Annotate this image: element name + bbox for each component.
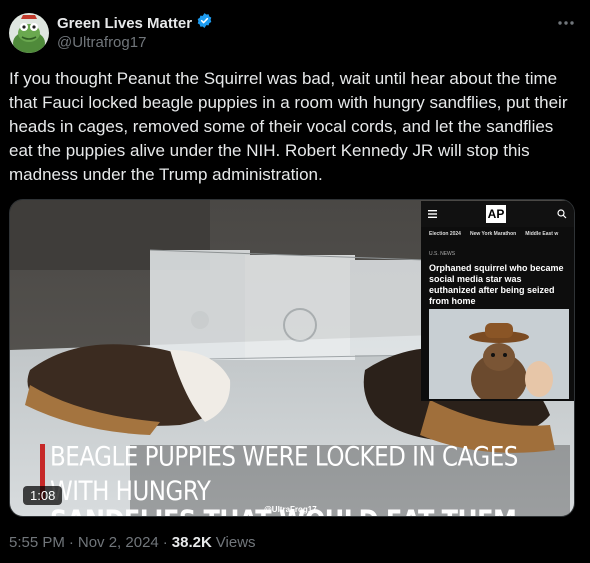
- avatar[interactable]: [9, 13, 49, 53]
- user-name-row: Green Lives Matter: [57, 13, 213, 33]
- more-horizontal-icon: [558, 21, 574, 25]
- ap-nav-item: Middle East w: [525, 231, 559, 237]
- separator-dot: ·: [68, 534, 74, 551]
- ap-nav: Election 2024 New York Marathon Middle E…: [429, 231, 558, 237]
- ap-nav-item: New York Marathon: [469, 231, 517, 237]
- tweet-time[interactable]: 5:55 PM: [9, 534, 65, 551]
- views-count: 38.2K: [171, 534, 212, 551]
- display-name[interactable]: Green Lives Matter: [57, 15, 192, 32]
- hamburger-menu-icon: [428, 210, 437, 218]
- separator-dot: ·: [162, 534, 168, 551]
- ap-logo: AP: [486, 205, 506, 223]
- caption-line-1: BEAGLE PUPPIES WERE LOCKED IN CAGES WITH…: [50, 442, 518, 507]
- verified-badge-icon: [196, 12, 213, 34]
- ap-nav-item: Election 2024: [429, 231, 461, 237]
- squirrel-photo: [429, 309, 569, 399]
- video-duration: 1:08: [23, 486, 63, 505]
- frog-avatar-image: [9, 13, 49, 53]
- tweet-date[interactable]: Nov 2, 2024: [78, 534, 159, 551]
- ap-headline: Orphaned squirrel who became social medi…: [429, 263, 564, 306]
- views-label: Views: [215, 534, 256, 551]
- user-handle[interactable]: @Ultrafrog17: [57, 34, 146, 51]
- tweet-text: If you thought Peanut the Squirrel was b…: [9, 69, 568, 184]
- tweet-meta: 5:55 PM · Nov 2, 2024 · 38.2K Views: [9, 534, 256, 551]
- more-options-button[interactable]: [555, 14, 577, 32]
- video-player[interactable]: AP Election 2024 New York Marathon Middl…: [9, 199, 575, 517]
- ap-news-inset: AP Election 2024 New York Marathon Middl…: [421, 201, 574, 401]
- ap-section-label: U.S. NEWS: [429, 251, 456, 257]
- video-watermark: @UltraFrog17: [264, 505, 317, 514]
- search-icon: [557, 209, 567, 219]
